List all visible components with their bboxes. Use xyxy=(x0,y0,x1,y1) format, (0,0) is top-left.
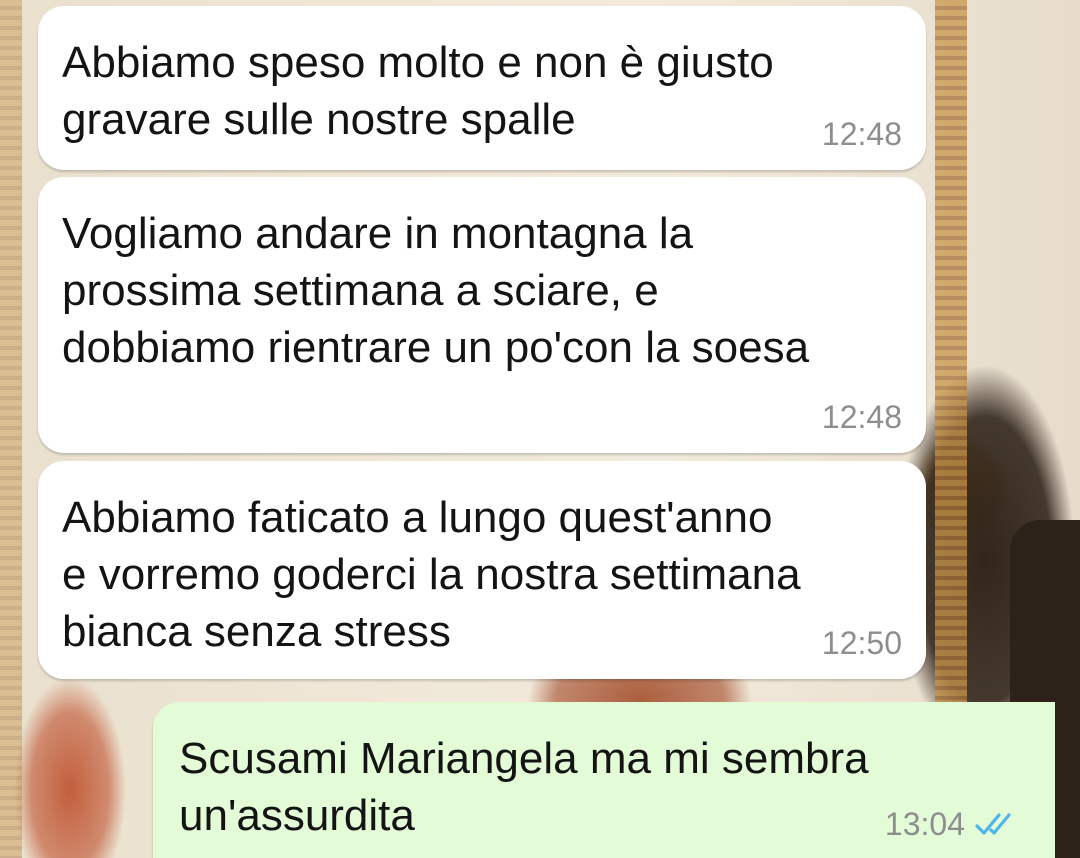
message-text: Abbiamo speso molto e non è giusto grava… xyxy=(62,38,774,144)
wallpaper-stripe-left xyxy=(0,0,22,858)
message-time: 12:50 xyxy=(821,625,902,661)
message-bubble-incoming[interactable]: Abbiamo speso molto e non è giusto grava… xyxy=(38,6,926,170)
message-text: Abbiamo faticato a lungo quest'anno e vo… xyxy=(62,493,801,656)
chat-screen: { "chat": { "messages": [ { "direction":… xyxy=(0,0,1080,858)
message-time: 13:04 xyxy=(884,806,965,842)
message-time: 12:48 xyxy=(821,399,902,435)
message-bubble-incoming[interactable]: Vogliamo andare in montagna la prossima … xyxy=(38,177,926,453)
double-check-read-icon xyxy=(975,810,1019,838)
message-meta: 12:50 xyxy=(822,625,902,661)
message-bubble-incoming[interactable]: Abbiamo faticato a lungo quest'anno e vo… xyxy=(38,461,926,679)
message-bubble-outgoing[interactable]: Scusami Mariangela ma mi sembra un'assur… xyxy=(153,702,1055,858)
message-text: Vogliamo andare in montagna la prossima … xyxy=(62,209,810,372)
message-meta: 13:04 xyxy=(885,806,1019,842)
message-meta: 12:48 xyxy=(822,116,902,152)
message-meta: 12:48 xyxy=(822,399,902,435)
message-time: 12:48 xyxy=(821,116,902,152)
